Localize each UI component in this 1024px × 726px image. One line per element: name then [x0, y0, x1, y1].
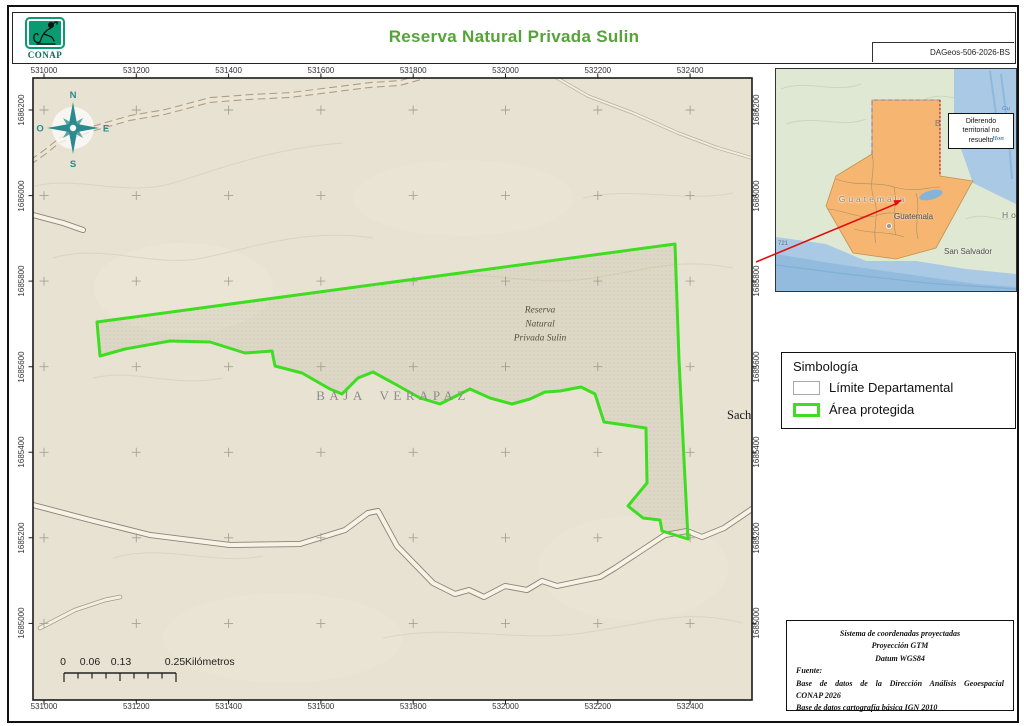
- crs-line: Proyección GTM: [796, 640, 1004, 652]
- clipped-place-label: Sach: [727, 408, 752, 423]
- territorial-note: Diferendo territorial no resuelto: [948, 113, 1014, 149]
- inset-locator-map: Diferendo territorial no resuelto Guatem…: [775, 68, 1017, 292]
- conap-logo-text: CONAP: [21, 50, 69, 60]
- departmental-boundary-swatch: [793, 381, 820, 395]
- source-line: Base de datos cartografía básica IGN 201…: [796, 702, 1004, 714]
- coordinate-tick-label: 531600: [291, 702, 351, 711]
- legend: Simbología Límite Departamental Área pro…: [781, 352, 1016, 429]
- coordinate-tick-label: 1685000: [752, 593, 762, 653]
- scale-unit: Kilómetros: [185, 656, 235, 668]
- page-title: Reserva Natural Privada Sulin: [13, 27, 1015, 47]
- coordinate-tick-label: 1686000: [17, 166, 27, 226]
- coordinate-tick-label: 1685600: [752, 337, 762, 397]
- map-sheet: CONAP Reserva Natural Privada Sulin DAGe…: [0, 0, 1024, 726]
- honduras-fragment-label: Ho: [1002, 210, 1017, 220]
- source-line: Base de datos de la Dirección Análisis G…: [796, 678, 1004, 690]
- coordinate-tick-label: 1685200: [752, 508, 762, 568]
- crs-line: Datum WGS84: [796, 653, 1004, 665]
- coordinate-tick-label: 532400: [660, 66, 720, 75]
- coordinate-tick-label: 1685800: [17, 251, 27, 311]
- source-line: CONAP 2026: [796, 690, 1004, 702]
- coordinate-tick-label: 531200: [106, 66, 166, 75]
- credits-panel: Sistema de coordenadas proyectadas Proye…: [786, 620, 1014, 711]
- coordinate-tick-label: 532000: [476, 66, 536, 75]
- coordinate-tick-label: 1686000: [752, 166, 762, 226]
- scale-label-2: 0.13: [111, 656, 131, 668]
- capital-city-dot: [886, 223, 891, 228]
- coordinate-tick-label: 1686200: [17, 80, 27, 140]
- belize-fragment-label: B: [935, 119, 940, 128]
- coordinate-tick-label: 532000: [476, 702, 536, 711]
- san-salvador-label: San Salvador: [944, 247, 992, 256]
- coordinate-tick-label: 531000: [14, 702, 74, 711]
- source-label: Fuente:: [796, 665, 1004, 677]
- coordinate-tick-label: 1685800: [752, 251, 762, 311]
- coordinate-tick-label: 1685000: [17, 593, 27, 653]
- coordinate-tick-label: 531800: [383, 702, 443, 711]
- inset-map-art: [776, 69, 1016, 291]
- scale-label-3: 0.25: [165, 656, 185, 668]
- water-label-fragment: Hon: [992, 135, 1004, 142]
- water-label-fragment: Gu: [1002, 105, 1010, 112]
- document-code: DAGeos-506-2026-BS: [872, 42, 1014, 62]
- coordinate-tick-label: 531400: [199, 66, 259, 75]
- coordinate-tick-label: 1685400: [17, 422, 27, 482]
- department-label: BAJA VERAPAZ: [316, 388, 470, 404]
- scale-label-1: 0.06: [80, 656, 100, 668]
- coordinate-tick-label: 531400: [199, 702, 259, 711]
- coordinate-tick-label: 532200: [568, 66, 628, 75]
- coordinate-tick-label: 531600: [291, 66, 351, 75]
- coordinate-tick-label: 531000: [14, 66, 74, 75]
- coordinate-tick-label: 1685400: [752, 422, 762, 482]
- reserve-name-label: Reserva Natural Privada Sulin: [514, 304, 567, 345]
- coordinate-tick-label: 532200: [568, 702, 628, 711]
- scale-label-0: 0: [60, 656, 66, 668]
- legend-title: Simbología: [793, 359, 858, 374]
- map-label-overlay: Reserva Natural Privada Sulin BAJA VERAP…: [33, 78, 752, 700]
- protected-area-swatch: [793, 403, 820, 417]
- country-label: Guatemala: [839, 194, 908, 204]
- scale-bar-ticks: [63, 672, 179, 684]
- scale-bar: 0 0.06 0.13 0.25 Kilómetros: [63, 656, 283, 690]
- coordinate-tick-label: 531200: [106, 702, 166, 711]
- coordinate-tick-label: 532400: [660, 702, 720, 711]
- road-number-fragment: 721: [778, 241, 788, 247]
- coordinate-tick-label: 531800: [383, 66, 443, 75]
- coordinate-tick-label: 1685200: [17, 508, 27, 568]
- crs-line: Sistema de coordenadas proyectadas: [796, 628, 1004, 640]
- coordinate-tick-label: 1686200: [752, 80, 762, 140]
- coordinate-tick-label: 1685600: [17, 337, 27, 397]
- capital-label: Guatemala: [894, 212, 933, 221]
- header: CONAP Reserva Natural Privada Sulin DAGe…: [12, 12, 1016, 64]
